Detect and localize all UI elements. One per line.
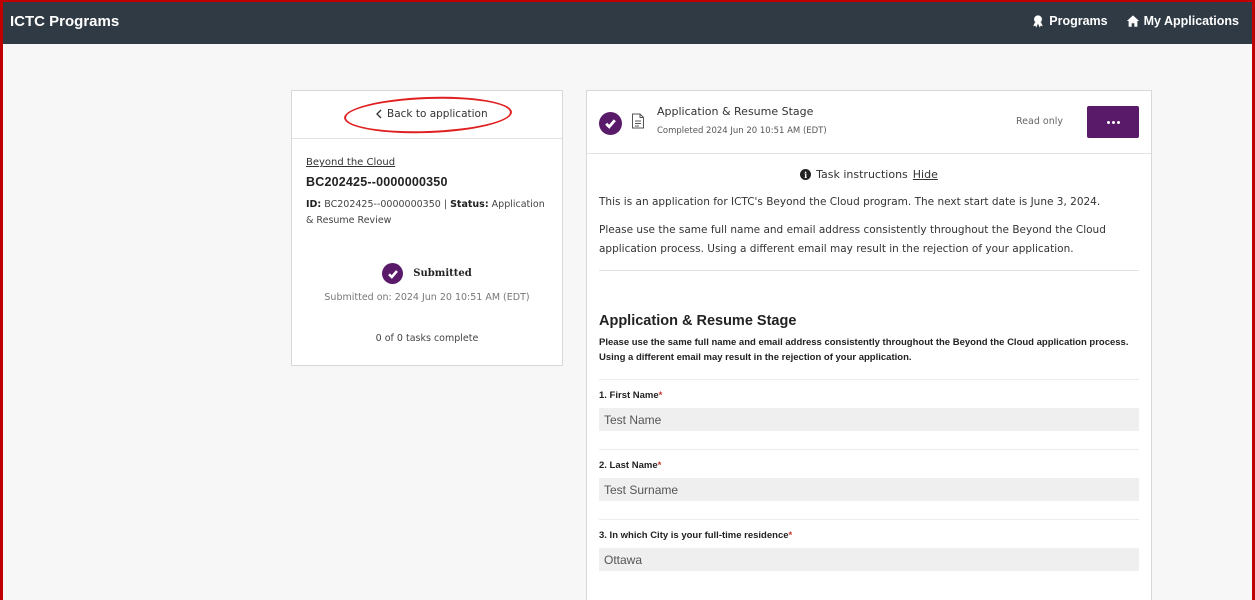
application-summary-card: Back to application Beyond the Cloud BC2…: [291, 90, 563, 366]
application-meta: ID: BC202425--0000000350 | Status: Appli…: [306, 197, 548, 229]
submitted-on: Submitted on: 2024 Jun 20 10:51 AM (EDT): [324, 292, 530, 303]
top-nav: Programs My Applications: [1031, 14, 1239, 28]
instructions-paragraph-2: Please use the same full name and email …: [599, 224, 1106, 255]
task-instructions-label: Task instructions: [816, 168, 908, 181]
question-label-first-name: 1. First Name*: [599, 390, 663, 401]
hide-instructions-link[interactable]: Hide: [913, 168, 938, 181]
ellipsis-icon: [1106, 120, 1110, 124]
stage-title: Application & Resume Stage: [657, 105, 814, 118]
top-navbar: ICTC Programs Programs My Applications: [0, 0, 1255, 44]
question-divider: [599, 519, 1139, 520]
back-row: Back to application: [292, 91, 562, 139]
question-divider: [599, 379, 1139, 380]
divider: [599, 270, 1139, 271]
required-marker: *: [658, 390, 663, 401]
city-field[interactable]: Ottawa: [599, 548, 1139, 571]
submitted-status: Submitted: [306, 263, 548, 284]
application-id-heading: BC202425--0000000350: [306, 175, 448, 189]
id-value: BC202425--0000000350: [324, 199, 441, 210]
meta-separator: |: [443, 199, 448, 210]
task-instructions-row: i Task instructions Hide: [587, 168, 1151, 181]
nav-my-applications-label: My Applications: [1143, 14, 1239, 28]
required-marker: *: [788, 530, 793, 541]
instructions-paragraph-1: This is an application for ICTC's Beyond…: [599, 196, 1101, 208]
award-icon: [1033, 15, 1044, 28]
brand-title[interactable]: ICTC Programs: [10, 13, 119, 30]
question-divider: [599, 449, 1139, 450]
stage-completed-date: Completed 2024 Jun 20 10:51 AM (EDT): [657, 126, 827, 136]
form-title: Application & Resume Stage: [599, 313, 797, 329]
tasks-progress: 0 of 0 tasks complete: [375, 333, 479, 344]
program-link[interactable]: Beyond the Cloud: [306, 157, 548, 168]
question-label-last-name: 2. Last Name*: [599, 460, 662, 471]
back-to-application-link[interactable]: Back to application: [375, 108, 488, 120]
nav-programs-label: Programs: [1049, 14, 1108, 28]
first-name-field[interactable]: Test Name: [599, 408, 1139, 431]
check-circle-icon: [382, 263, 404, 284]
status-label: Status:: [450, 199, 489, 210]
nav-programs[interactable]: Programs: [1031, 14, 1108, 28]
document-icon: [632, 113, 644, 129]
required-marker: *: [657, 460, 662, 471]
nav-my-applications[interactable]: My Applications: [1126, 14, 1239, 28]
page-content: Back to application Beyond the Cloud BC2…: [0, 44, 1255, 600]
form-description: Please use the same full name and email …: [599, 337, 1129, 363]
stage-header: Application & Resume Stage Completed 202…: [587, 91, 1151, 154]
stage-complete-icon: [599, 112, 622, 135]
last-name-field[interactable]: Test Surname: [599, 478, 1139, 501]
back-label: Back to application: [387, 108, 488, 120]
question-label-city: 3. In which City is your full-time resid…: [599, 530, 793, 541]
read-only-badge: Read only: [1016, 116, 1063, 127]
chevron-left-icon: [376, 109, 382, 119]
stage-panel: Application & Resume Stage Completed 202…: [586, 90, 1152, 600]
submitted-label: Submitted: [413, 268, 472, 279]
home-icon: [1126, 15, 1139, 27]
info-icon: i: [800, 169, 812, 180]
id-label: ID:: [306, 199, 322, 210]
more-options-button[interactable]: [1087, 106, 1139, 138]
